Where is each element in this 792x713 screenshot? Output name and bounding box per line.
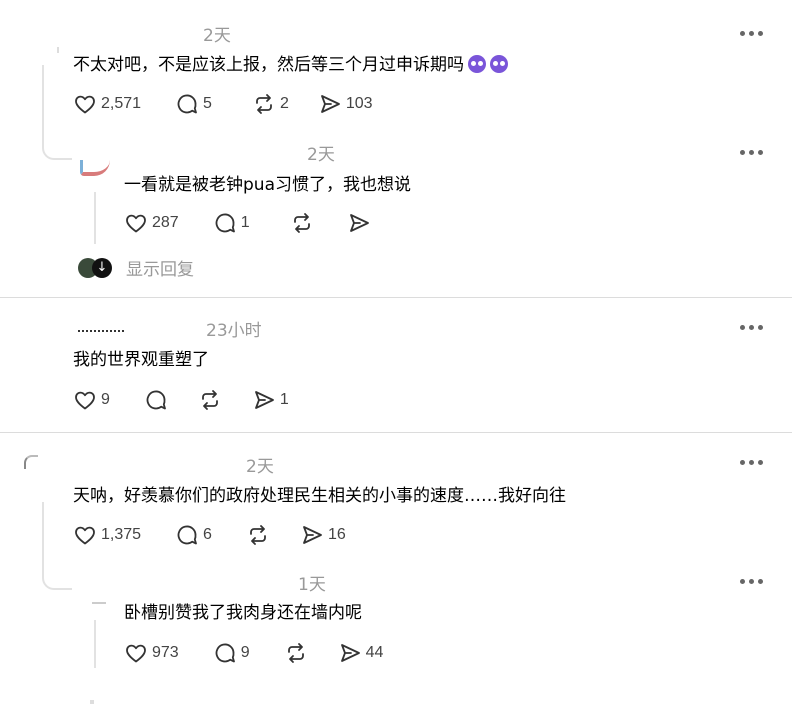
more-options-icon[interactable] — [740, 576, 766, 586]
comment-time: 1天 — [298, 575, 326, 595]
share-button[interactable]: 103 — [318, 92, 373, 116]
like-count: 9 — [101, 391, 110, 408]
like-button[interactable]: 2,571 — [73, 92, 141, 116]
more-options-icon[interactable] — [740, 28, 766, 38]
share-count: 16 — [327, 526, 346, 543]
comment-time: 2天 — [246, 457, 274, 477]
reply-count: 5 — [203, 95, 212, 112]
comment-actions: 1,375 6 16 — [73, 522, 380, 548]
comment-time: 2天 — [307, 145, 335, 165]
heart-icon — [124, 641, 148, 665]
repost-button[interactable] — [198, 388, 226, 412]
reply-count: 1 — [240, 214, 250, 231]
reply-button[interactable]: 5 — [175, 92, 212, 116]
like-button[interactable]: 973 — [124, 641, 179, 665]
thread-line — [94, 620, 96, 668]
repost-button[interactable]: 2 — [252, 92, 289, 116]
comment-bubble-icon — [213, 211, 237, 235]
share-count: 1 — [279, 391, 289, 408]
comment-time: 2天 — [203, 26, 231, 46]
thread-line — [94, 192, 96, 244]
heart-icon — [73, 388, 97, 412]
comment-text: 卧槽别赞我了我肉身还在墙内呢 — [124, 603, 362, 623]
comment-actions: 287 1 — [124, 210, 409, 236]
more-options-icon[interactable] — [740, 147, 766, 157]
avatar-fragment — [92, 602, 106, 604]
repost-arrows-icon — [290, 211, 314, 235]
comment-time: 23小时 — [206, 321, 262, 341]
reply-count: 6 — [203, 526, 212, 543]
crying-face-emoji — [490, 55, 508, 73]
like-button[interactable]: 9 — [73, 388, 110, 412]
share-count: 103 — [345, 95, 373, 112]
down-arrow-icon: ↓ — [92, 257, 112, 278]
heart-icon — [73, 92, 97, 116]
repost-button[interactable] — [290, 211, 318, 235]
send-paper-plane-icon — [347, 211, 371, 235]
crying-face-emoji — [468, 55, 486, 73]
like-button[interactable]: 1,375 — [73, 523, 141, 547]
avatar-fragment — [24, 455, 38, 469]
repost-button[interactable] — [284, 641, 312, 665]
share-count: 44 — [365, 644, 384, 661]
repost-arrows-icon — [246, 523, 270, 547]
comment-bubble-icon — [144, 388, 168, 412]
share-button[interactable]: 16 — [300, 523, 346, 547]
repost-arrows-icon — [252, 92, 276, 116]
comment-text: 天呐，好羡慕你们的政府处理民生相关的小事的速度……我好向往 — [73, 486, 566, 506]
avatar-fragment — [78, 330, 124, 334]
repost-count: 2 — [279, 95, 289, 112]
more-options-icon[interactable] — [740, 322, 766, 332]
send-paper-plane-icon — [338, 641, 362, 665]
divider — [0, 297, 792, 298]
comment-text: 不太对吧，不是应该上报，然后等三个月过申诉期吗 — [73, 50, 508, 75]
reply-button[interactable]: 6 — [175, 523, 212, 547]
show-replies-label: 显示回复 — [126, 260, 194, 280]
comment-actions: 2,571 5 2 103 — [73, 91, 407, 117]
share-button[interactable] — [347, 211, 375, 235]
like-count: 973 — [152, 644, 179, 661]
divider — [0, 432, 792, 433]
comment-bubble-icon — [175, 523, 199, 547]
thread-connector — [42, 502, 72, 590]
comment-text: 一看就是被老钟pua习惯了，我也想说 — [124, 175, 411, 195]
reply-button[interactable] — [144, 388, 172, 412]
avatar-fragment — [90, 700, 94, 704]
repost-arrows-icon — [198, 388, 222, 412]
send-paper-plane-icon — [318, 92, 342, 116]
share-button[interactable]: 1 — [252, 388, 289, 412]
like-count: 1,375 — [101, 526, 142, 543]
comment-actions: 9 1 — [73, 387, 323, 413]
like-button[interactable]: 287 — [124, 211, 179, 235]
avatar-fragment — [80, 160, 110, 176]
send-paper-plane-icon — [300, 523, 324, 547]
thread-connector — [42, 65, 72, 160]
show-replies-button[interactable]: ↓ 显示回复 — [78, 255, 194, 280]
like-count: 2,571 — [101, 95, 142, 112]
avatar-fragment — [57, 47, 59, 53]
comment-bubble-icon — [175, 92, 199, 116]
heart-icon — [73, 523, 97, 547]
reply-button[interactable]: 1 — [213, 211, 250, 235]
reply-button[interactable]: 9 — [213, 641, 250, 665]
comment-bubble-icon — [213, 641, 237, 665]
repost-button[interactable] — [246, 523, 274, 547]
comment-actions: 973 9 44 — [124, 640, 417, 666]
comment-text: 我的世界观重塑了 — [73, 350, 209, 370]
comment-text-content: 不太对吧，不是应该上报，然后等三个月过申诉期吗 — [73, 55, 464, 75]
share-button[interactable]: 44 — [338, 641, 384, 665]
send-paper-plane-icon — [252, 388, 276, 412]
like-count: 287 — [152, 214, 179, 231]
repost-arrows-icon — [284, 641, 308, 665]
reply-count: 9 — [240, 644, 250, 661]
heart-icon — [124, 211, 148, 235]
more-options-icon[interactable] — [740, 457, 766, 467]
